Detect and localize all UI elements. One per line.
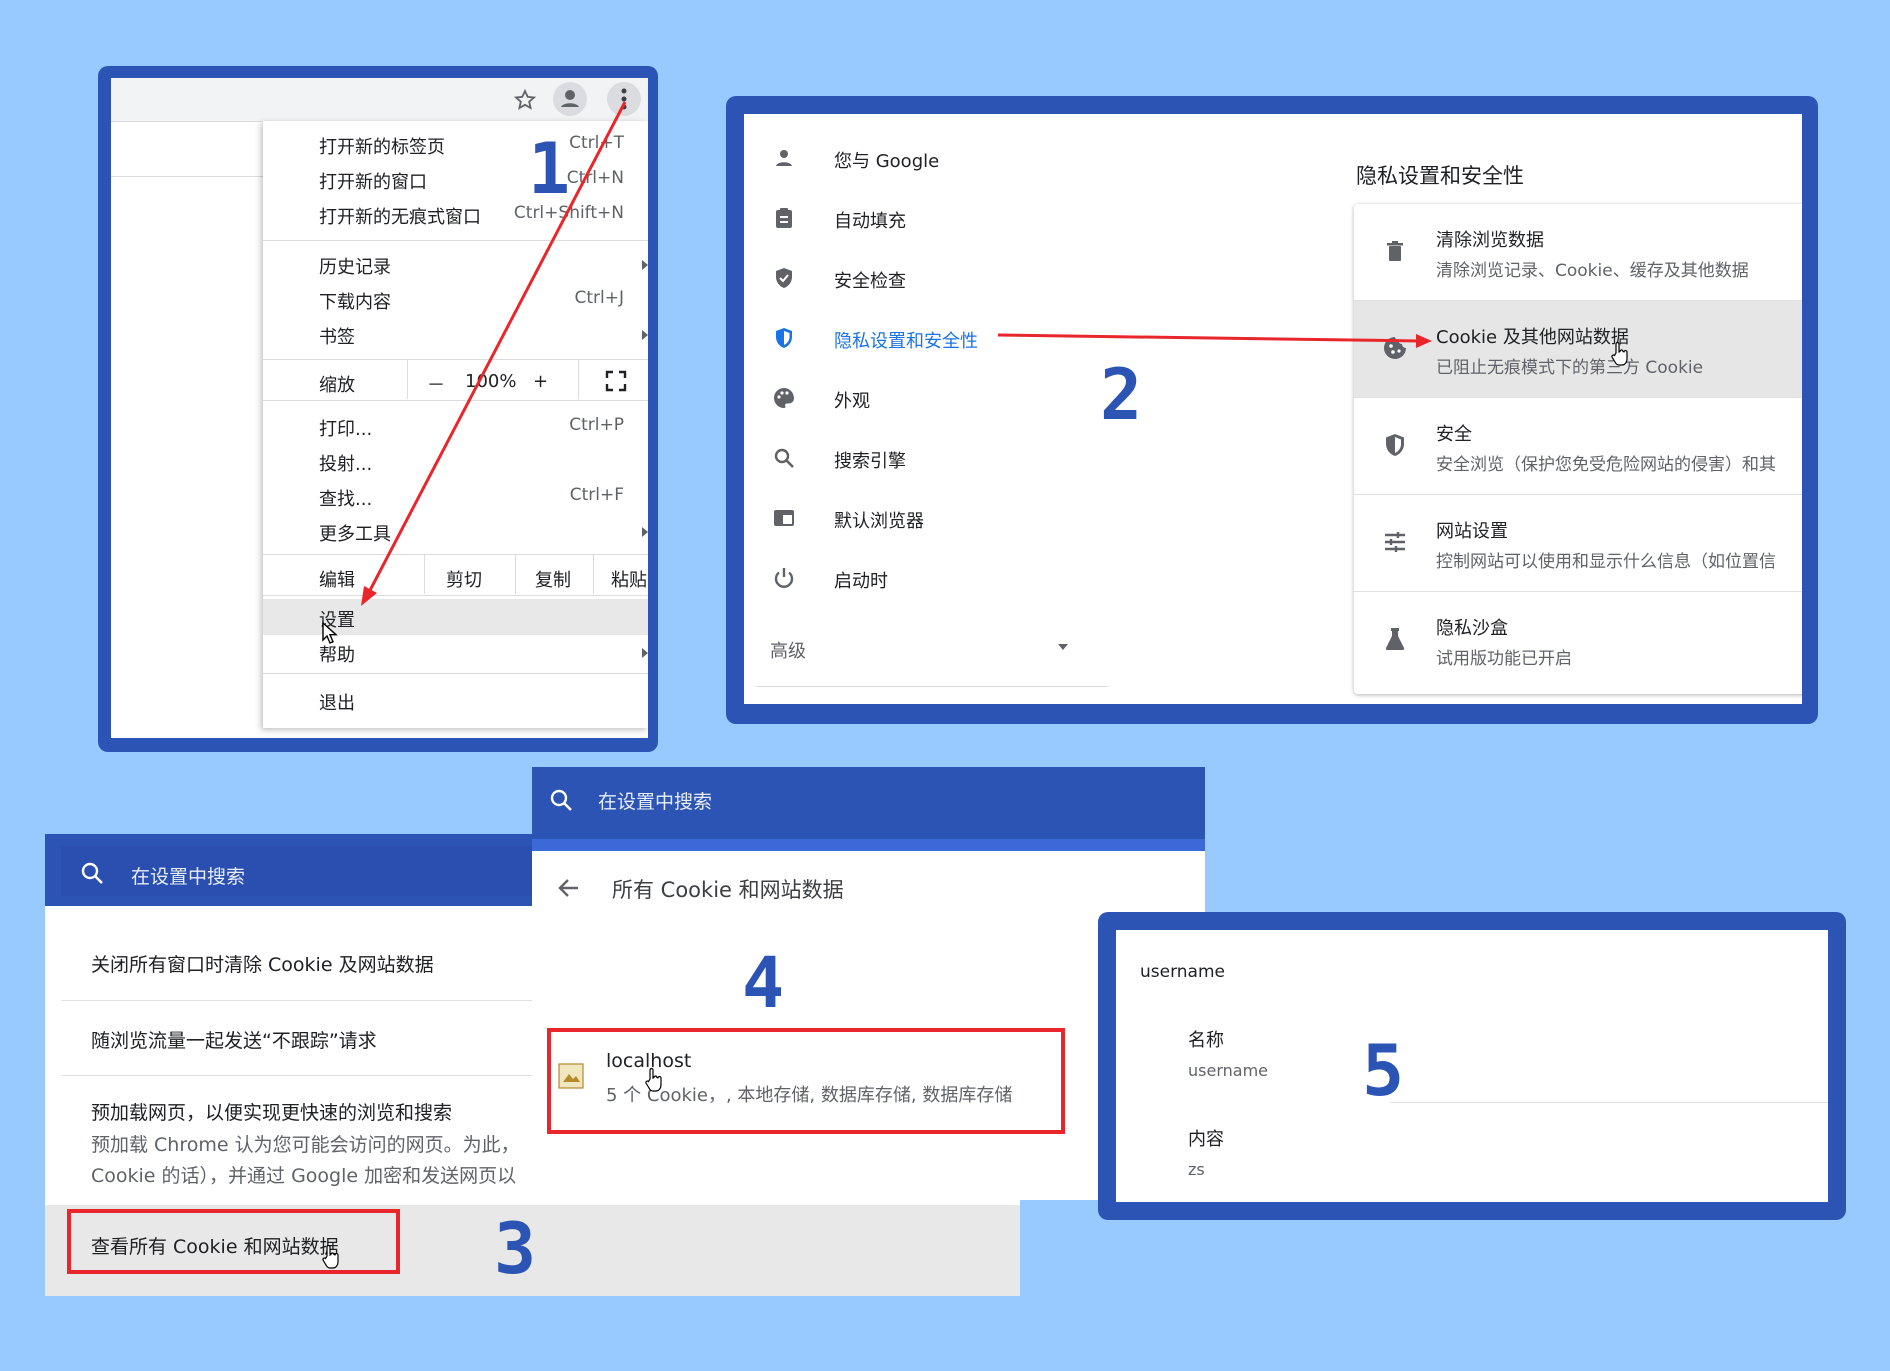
field-content-value: zs	[1188, 1160, 1205, 1179]
item-do-not-track[interactable]: 随浏览流量一起发送“不跟踪”请求	[91, 1026, 377, 1053]
search-input[interactable]: 在设置中搜索	[131, 862, 245, 889]
step-number-3: 3	[494, 1208, 537, 1290]
hand-cursor-icon	[644, 1067, 664, 1093]
settings-search-bar: 在设置中搜索	[532, 767, 1205, 839]
item-preload-description-2: Cookie 的话），并通过 Google 加密和发送网页以	[91, 1165, 517, 1187]
search-icon	[548, 787, 574, 813]
item-preload[interactable]: 预加载网页，以便实现更快速的浏览和搜索	[91, 1098, 452, 1125]
cookie-detail-panel: username 名称 username 内容 zs 5	[1116, 930, 1828, 1202]
search-icon	[79, 860, 105, 886]
page-title: 所有 Cookie 和网站数据	[612, 878, 844, 902]
settings-search-bar: 在设置中搜索	[45, 834, 575, 906]
item-see-all-cookies[interactable]: 查看所有 Cookie 和网站数据	[91, 1232, 339, 1259]
field-name-label: 名称	[1188, 1030, 1224, 1051]
item-clear-on-exit[interactable]: 关闭所有窗口时清除 Cookie 及网站数据	[91, 950, 434, 977]
hand-cursor-icon	[321, 1244, 341, 1270]
item-preload-description-1: 预加载 Chrome 认为您可能会访问的网页。为此，	[91, 1134, 520, 1156]
site-favicon-icon	[558, 1063, 584, 1089]
step-number-4: 4	[742, 942, 785, 1024]
cookie-name-header: username	[1140, 962, 1225, 982]
field-content-label: 内容	[1188, 1129, 1224, 1150]
search-input[interactable]: 在设置中搜索	[598, 787, 712, 814]
field-name-value: username	[1188, 1061, 1268, 1080]
site-detail: 5 个 Cookie，, 本地存储, 数据库存储, 数据库存储	[606, 1085, 1013, 1106]
back-arrow-icon[interactable]	[556, 875, 582, 901]
step-number-5: 5	[1362, 1030, 1405, 1112]
